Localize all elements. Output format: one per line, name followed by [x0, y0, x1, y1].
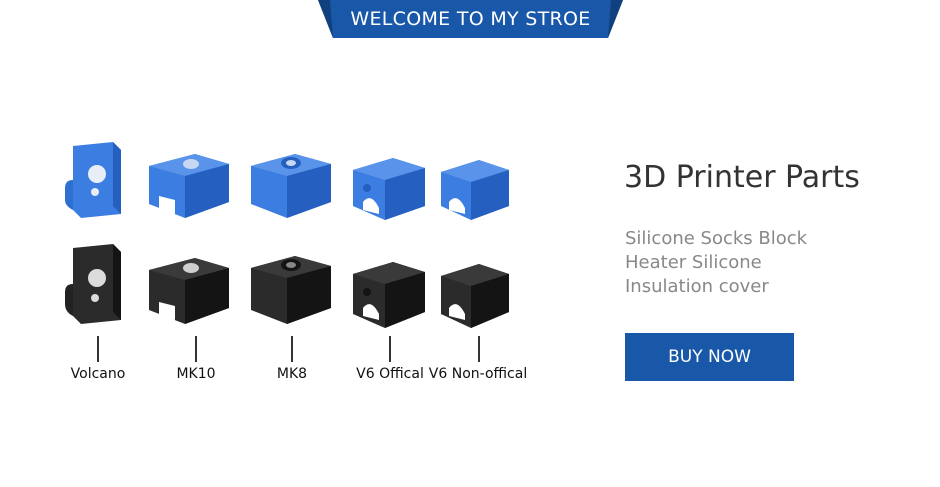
description-line: Insulation cover: [625, 276, 769, 297]
description-line: Heater Silicone: [625, 252, 762, 273]
v6-non-official-black-sock-image: [441, 264, 509, 328]
product-gallery: Volcano MK10 MK8 V6 Offical V6 Non-offic…: [55, 130, 555, 390]
v6-official-blue-sock-image: [353, 158, 425, 220]
label-line: [97, 336, 99, 362]
volcano-blue-sock-image: [65, 142, 121, 218]
product-label-v6-official: V6 Offical: [356, 366, 424, 382]
label-line: [195, 336, 197, 362]
product-description: Silicone Socks Block Heater Silicone Ins…: [625, 227, 807, 299]
product-label-mk10: MK10: [176, 366, 216, 382]
mk10-blue-sock-image: [149, 154, 229, 218]
label-line: [389, 336, 391, 362]
product-label-mk8: MK8: [276, 366, 308, 382]
v6-non-official-blue-sock-image: [441, 160, 509, 220]
product-title: 3D Printer Parts: [624, 160, 860, 195]
description-line: Silicone Socks Block: [625, 228, 808, 249]
mk8-black-sock-image: [251, 256, 331, 324]
product-label-v6-non-official: V6 Non-offical: [428, 366, 528, 382]
welcome-banner: WELCOME TO MY STROE: [318, 0, 623, 38]
label-line: [478, 336, 480, 362]
volcano-black-sock-image: [65, 244, 121, 324]
v6-official-black-sock-image: [353, 262, 425, 328]
buy-now-button[interactable]: BUY NOW: [625, 333, 794, 381]
label-line: [291, 336, 293, 362]
product-label-volcano: Volcano: [70, 366, 126, 382]
mk10-black-sock-image: [149, 258, 229, 324]
mk8-blue-sock-image: [251, 154, 331, 218]
banner-text: WELCOME TO MY STROE: [350, 8, 591, 30]
